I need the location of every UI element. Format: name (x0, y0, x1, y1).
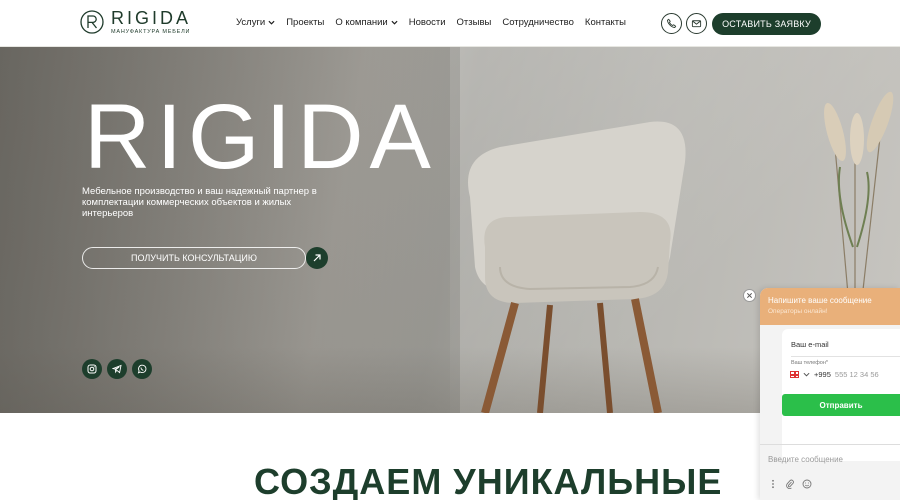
chat-close-button[interactable] (743, 289, 756, 302)
chat-toolbar (768, 479, 812, 489)
phone-button[interactable] (661, 13, 682, 34)
nav-item-label: Новости (408, 17, 446, 28)
instagram-icon (87, 364, 97, 374)
email-underline (791, 356, 900, 357)
nav-item-about[interactable]: О компании (335, 17, 398, 28)
mail-button[interactable] (686, 13, 707, 34)
send-button[interactable]: Отправить (782, 394, 900, 416)
nav-item-label: Отзывы (456, 17, 492, 28)
phone-label: Ваш телефон* (791, 360, 829, 366)
more-icon[interactable] (768, 479, 778, 489)
nav-item-reviews[interactable]: Отзывы (457, 17, 492, 28)
georgia-flag-icon[interactable] (790, 371, 799, 378)
nav-item-projects[interactable]: Проекты (286, 17, 324, 28)
instagram-button[interactable] (82, 359, 102, 379)
hero-title: RIGIDA (84, 86, 437, 188)
whatsapp-icon (137, 364, 147, 374)
chat-title: Напишите ваше сообщение (768, 296, 872, 305)
nav-item-label: Контакты (584, 17, 626, 28)
whatsapp-button[interactable] (132, 359, 152, 379)
main-nav: Услуги Проекты О компании Новости Отзывы… (236, 17, 626, 28)
close-icon (746, 292, 753, 299)
nav-item-label: Сотрудничество (502, 17, 574, 28)
phone-icon (666, 18, 677, 29)
chevron-down-icon (268, 20, 275, 25)
chat-widget: Напишите ваше сообщение Операторы онлайн… (760, 288, 900, 500)
phone-field[interactable]: +995 555 12 34 56 (790, 370, 879, 379)
nav-item-partnership[interactable]: Сотрудничество (502, 17, 574, 28)
logo-name: RIGIDA (111, 8, 192, 28)
chevron-down-icon (391, 20, 398, 25)
emoji-icon[interactable] (802, 479, 812, 489)
logo-subtitle: МАНУФАКТУРА МЕБЕЛИ (111, 29, 191, 35)
hero-subtitle: Мебельное производство и ваш надежный па… (82, 186, 317, 219)
chevron-down-icon[interactable] (803, 371, 810, 378)
attachment-icon[interactable] (785, 479, 795, 489)
nav-item-label: Услуги (236, 17, 266, 28)
request-button[interactable]: ОСТАВИТЬ ЗАЯВКУ (712, 13, 821, 35)
mail-icon (691, 20, 702, 28)
chat-status: Операторы онлайн! (768, 308, 828, 315)
consultation-arrow-button[interactable] (306, 247, 328, 269)
message-input[interactable]: Введите сообщение (768, 455, 843, 464)
site-header: RIGIDA МАНУФАКТУРА МЕБЕЛИ Услуги Проекты… (0, 0, 900, 47)
logo-mark-icon (80, 10, 104, 34)
nav-item-news[interactable]: Новости (409, 17, 446, 28)
telegram-icon (112, 364, 122, 374)
section-title: СОЗДАЕМ УНИКАЛЬНЫЕ (254, 461, 723, 500)
phone-placeholder: 555 12 34 56 (834, 370, 879, 379)
nav-item-label: Проекты (286, 17, 325, 28)
chat-contact-form: Ваш e-mail Ваш телефон* +995 555 12 34 5… (782, 329, 900, 461)
chat-divider (760, 444, 900, 445)
arrow-up-right-icon (313, 254, 321, 262)
phone-code: +995 (814, 370, 831, 379)
email-field[interactable]: Ваш e-mail (791, 340, 829, 349)
consultation-button[interactable]: ПОЛУЧИТЬ КОНСУЛЬТАЦИЮ (82, 247, 306, 269)
nav-item-contacts[interactable]: Контакты (585, 17, 626, 28)
telegram-button[interactable] (107, 359, 127, 379)
chat-header: Напишите ваше сообщение Операторы онлайн… (760, 288, 900, 325)
nav-item-services[interactable]: Услуги (236, 17, 275, 28)
logo[interactable]: RIGIDA МАНУФАКТУРА МЕБЕЛИ (80, 9, 191, 35)
nav-item-label: О компании (335, 17, 388, 28)
chair-image (468, 121, 686, 413)
